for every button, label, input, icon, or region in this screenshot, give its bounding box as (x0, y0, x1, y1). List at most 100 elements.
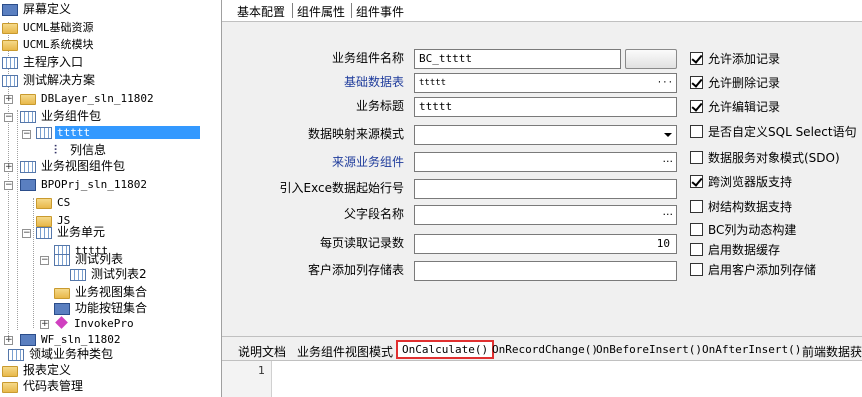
label-business-title: 业务标题 (355, 99, 404, 113)
label-bc-name: 业务组件名称 (331, 51, 404, 65)
checkbox-cross-browser[interactable]: 跨浏览器版支持 (690, 174, 792, 190)
source-component-field[interactable]: ··· (414, 152, 677, 172)
tab-separator (351, 3, 352, 18)
folder-icon (20, 94, 36, 105)
checkbox-allow-add[interactable]: 允许添加记录 (690, 51, 780, 67)
tree-item-wf[interactable]: WF_sln_11802 (20, 331, 122, 347)
event-tab-bar: 说明文档 业务组件视图模式 OnCalculate() OnRecordChan… (222, 336, 862, 360)
collapse-toggle[interactable]: − (4, 181, 13, 190)
button-collection-icon (54, 303, 70, 315)
project-icon (20, 179, 36, 191)
collapse-toggle[interactable]: − (40, 256, 49, 265)
checkbox-custom-sql[interactable]: 是否自定义SQL Select语句 (690, 124, 857, 140)
tab-on-calculate[interactable]: OnCalculate() (396, 340, 495, 359)
chevron-down-icon[interactable] (664, 133, 672, 137)
records-per-page-input[interactable]: 10 (414, 234, 677, 254)
expand-toggle[interactable]: + (4, 336, 13, 345)
checkbox-unchecked[interactable] (690, 125, 703, 138)
tab-bc-view-mode[interactable]: 业务组件视图模式 (297, 343, 393, 360)
table-icon (36, 127, 52, 139)
columns-icon: ⫶ (54, 143, 58, 157)
checkbox-sdo-mode[interactable]: 数据服务对象模式(SDO) (690, 150, 840, 166)
checkbox-data-cache[interactable]: 启用数据缓存 (690, 242, 780, 258)
checkbox-checked[interactable] (690, 52, 703, 65)
folder-icon (36, 198, 52, 209)
tab-doc[interactable]: 说明文档 (238, 343, 286, 360)
tab-component-props[interactable]: 组件属性 (297, 3, 345, 20)
tree-item-test-list2[interactable]: 测试列表2 (70, 266, 149, 282)
tree-item-domain-package[interactable]: 领域业务种类包 (8, 346, 115, 362)
checkbox-client-add-column[interactable]: 启用客户添加列存储 (690, 262, 816, 278)
collapse-toggle[interactable]: − (4, 113, 13, 122)
list-icon (70, 269, 86, 281)
base-table-field[interactable]: ttttt ··· (414, 73, 677, 93)
tree-item-button-collection[interactable]: 功能按钮集合 (54, 300, 149, 316)
unit-icon (36, 227, 52, 239)
tree-item-main-entry[interactable]: 主程序入口 (2, 54, 85, 70)
tab-on-record-change[interactable]: OnRecordChange() (492, 343, 598, 356)
tree-item-invokepro[interactable]: InvokePro (54, 315, 136, 331)
tab-on-after-insert[interactable]: OnAfterInsert() (702, 343, 801, 356)
line-number-gutter: 1 (222, 361, 272, 397)
tree-item-bc-package[interactable]: 业务组件包 (20, 108, 103, 124)
tree-item-test-list[interactable]: 测试列表 (54, 251, 125, 267)
expand-toggle[interactable]: + (4, 95, 13, 104)
label-mapping-mode: 数据映射来源模式 (307, 127, 404, 141)
ellipsis-icon[interactable]: ··· (663, 206, 674, 224)
tree-item-column-info[interactable]: ⫶ 列信息 (54, 142, 108, 158)
solution-tree[interactable]: 屏幕定义 UCML基础资源 UCML系统模块 主程序入口 测试解决方案 + DB… (0, 0, 222, 397)
tree-item-bv-collection[interactable]: 业务视图集合 (54, 284, 149, 300)
tree-item-report-def[interactable]: 报表定义 (2, 362, 73, 378)
excel-start-row-input[interactable] (414, 179, 677, 199)
diamond-icon (55, 316, 68, 329)
code-editor[interactable]: 1 (222, 360, 862, 397)
tree-item-dblayer[interactable]: DBLayer_sln_11802 (20, 90, 156, 106)
tab-separator (292, 3, 293, 18)
expand-toggle[interactable]: + (40, 320, 49, 329)
checkbox-checked[interactable] (690, 175, 703, 188)
collapse-toggle[interactable]: − (22, 229, 31, 238)
checkbox-unchecked[interactable] (690, 151, 703, 164)
mapping-mode-select[interactable] (414, 125, 677, 145)
tab-basic-config[interactable]: 基本配置 (237, 3, 285, 20)
check-duplicate-button[interactable] (625, 49, 677, 69)
checkbox-dynamic-columns[interactable]: BC列为动态构建 (690, 222, 796, 238)
checkbox-allow-delete[interactable]: 允许删除记录 (690, 75, 780, 91)
checkbox-tree-data[interactable]: 树结构数据支持 (690, 199, 792, 215)
folder-icon (2, 366, 18, 377)
checkbox-allow-edit[interactable]: 允许编辑记录 (690, 99, 780, 115)
tab-on-before-insert[interactable]: OnBeforeInsert() (596, 343, 702, 356)
tree-item-screen-def[interactable]: 屏幕定义 (2, 1, 73, 17)
checkbox-unchecked[interactable] (690, 243, 703, 256)
checkbox-unchecked[interactable] (690, 200, 703, 213)
tree-item-code-table[interactable]: 代码表管理 (2, 378, 85, 394)
ellipsis-icon[interactable]: ··· (663, 153, 674, 171)
checkbox-unchecked[interactable] (690, 223, 703, 236)
top-tab-bar: 基本配置 组件属性 组件事件 (222, 0, 862, 22)
label-base-table[interactable]: 基础数据表 (300, 74, 404, 90)
line-number: 1 (258, 364, 265, 377)
tree-item-test-solution[interactable]: 测试解决方案 (2, 72, 97, 88)
tree-item-bv-package[interactable]: 业务视图组件包 (20, 158, 127, 174)
client-add-table-input[interactable] (414, 261, 677, 281)
tab-component-events[interactable]: 组件事件 (356, 3, 404, 20)
business-title-input[interactable]: ttttt (414, 97, 677, 117)
ellipsis-icon[interactable]: ··· (657, 74, 673, 92)
tree-item-ttttt-selected[interactable]: ttttt (36, 124, 220, 140)
parent-field-field[interactable]: ··· (414, 205, 677, 225)
tree-item-business-unit[interactable]: 业务单元 (36, 224, 107, 240)
label-source-component[interactable]: 来源业务组件 (300, 154, 404, 170)
expand-toggle[interactable]: + (4, 163, 13, 172)
tree-item-ucml-base[interactable]: UCML基础资源 (2, 19, 96, 35)
label-client-add-table: 客户添加列存储表 (307, 263, 404, 277)
screen-icon (2, 4, 18, 16)
tree-item-cs[interactable]: CS (36, 194, 72, 210)
tree-item-ucml-modules[interactable]: UCML系统模块 (2, 36, 96, 52)
checkbox-checked[interactable] (690, 100, 703, 113)
bc-name-input[interactable]: BC_ttttt (414, 49, 621, 69)
collapse-toggle[interactable]: − (22, 130, 31, 139)
checkbox-unchecked[interactable] (690, 263, 703, 276)
checkbox-checked[interactable] (690, 76, 703, 89)
tab-frontend-data[interactable]: 前端数据获 (802, 343, 862, 360)
tree-item-bpo-prj[interactable]: BPOPrj_sln_11802 (20, 176, 149, 192)
